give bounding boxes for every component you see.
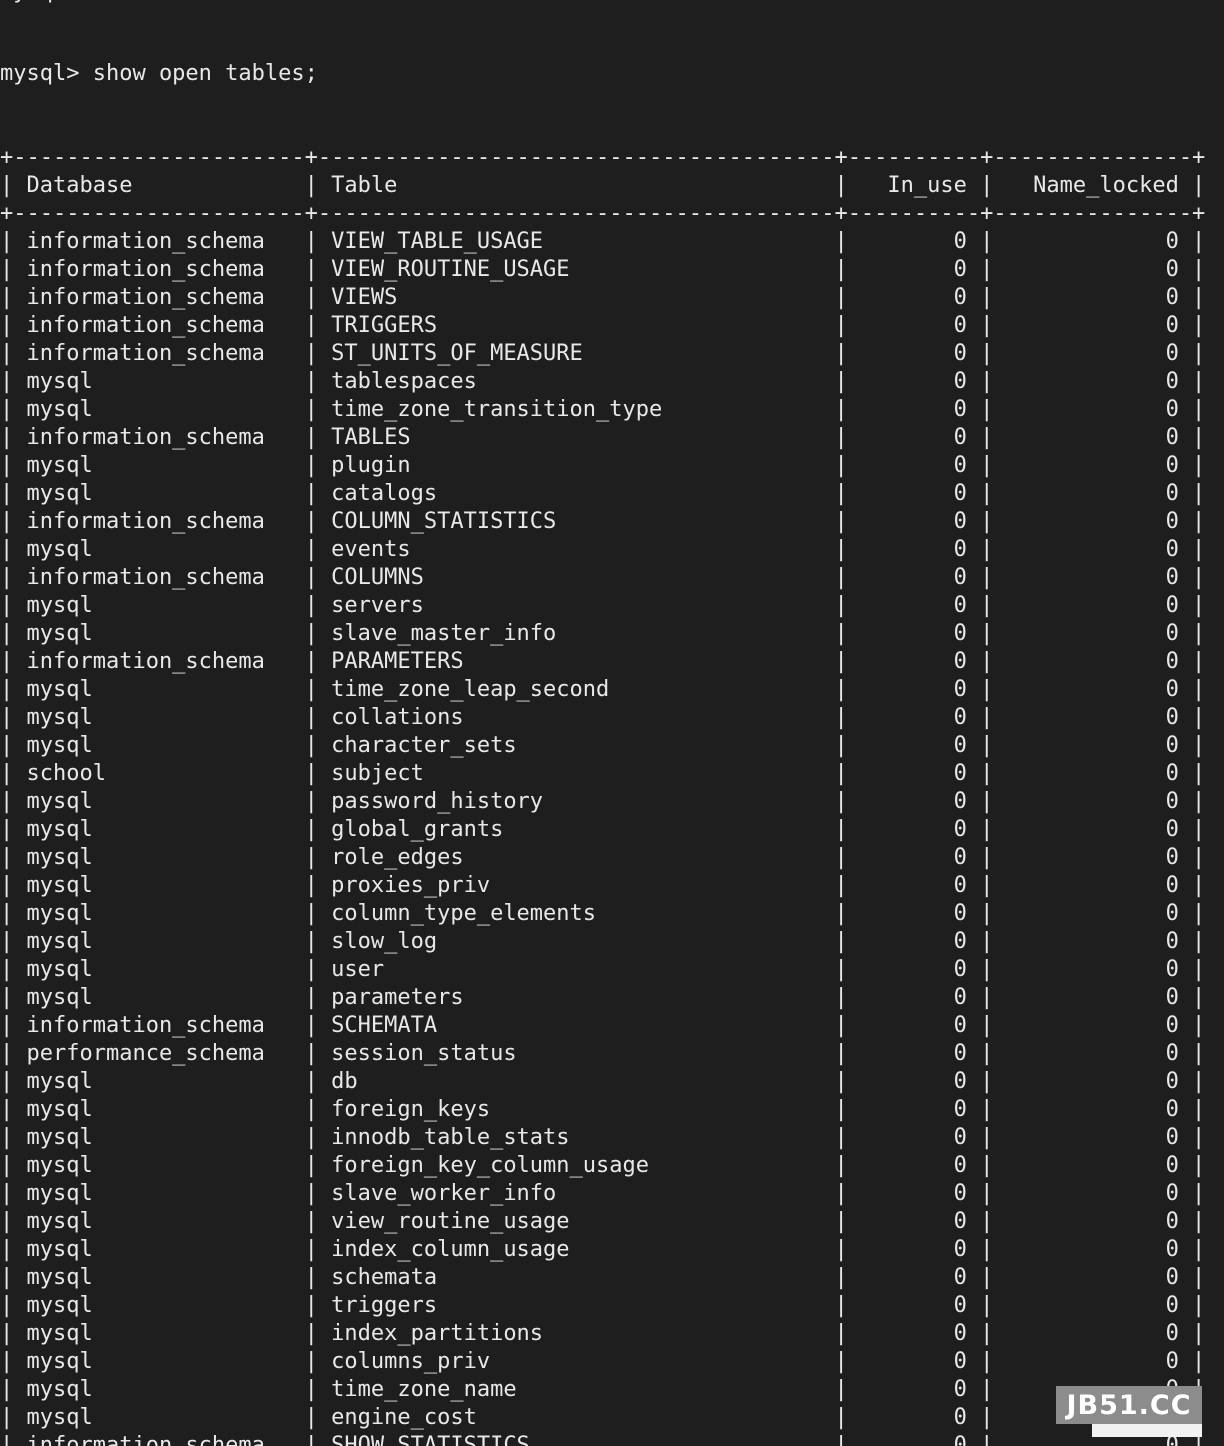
- table-row: | mysql | schemata | 0 | 0 |: [0, 1265, 1206, 1290]
- table-row: | mysql | slave_master_info | 0 | 0 |: [0, 621, 1206, 646]
- table-row: | mysql | triggers | 0 | 0 |: [0, 1293, 1206, 1318]
- table-row: | mysql | proxies_priv | 0 | 0 |: [0, 873, 1206, 898]
- table-row: | mysql | column_type_elements | 0 | 0 |: [0, 901, 1206, 926]
- table-row: | information_schema | SHOW_STATISTICS |…: [0, 1433, 1206, 1446]
- table-row: | mysql | time_zone_leap_second | 0 | 0 …: [0, 677, 1206, 702]
- table-row: | mysql | events | 0 | 0 |: [0, 537, 1206, 562]
- table-rule-header: +----------------------+----------------…: [0, 201, 1206, 226]
- watermark-badge: JB51.CC: [1056, 1386, 1202, 1424]
- table-row: | mysql | db | 0 | 0 |: [0, 1069, 1206, 1094]
- table-row: | mysql | innodb_table_stats | 0 | 0 |: [0, 1125, 1206, 1150]
- terminal-window[interactable]: mysql> mysql> show open tables; +-------…: [0, 0, 1224, 1446]
- table-row: | mysql | character_sets | 0 | 0 |: [0, 733, 1206, 758]
- table-row: | mysql | columns_priv | 0 | 0 |: [0, 1349, 1206, 1374]
- table-row: | information_schema | PARAMETERS | 0 | …: [0, 649, 1206, 674]
- terminal-screen: mysql> show open tables; +--------------…: [0, 4, 1224, 1446]
- table-row: | mysql | tablespaces | 0 | 0 |: [0, 369, 1206, 394]
- query-result-table: +----------------------+----------------…: [0, 144, 1224, 1446]
- table-row: | mysql | index_partitions | 0 | 0 |: [0, 1321, 1206, 1346]
- watermark-underbar: [1092, 1424, 1202, 1437]
- table-row: | mysql | plugin | 0 | 0 |: [0, 453, 1206, 478]
- table-row: | mysql | servers | 0 | 0 |: [0, 593, 1206, 618]
- table-row: | mysql | role_edges | 0 | 0 |: [0, 845, 1206, 870]
- table-row: | information_schema | SCHEMATA | 0 | 0 …: [0, 1013, 1206, 1038]
- table-row: | mysql | view_routine_usage | 0 | 0 |: [0, 1209, 1206, 1234]
- table-row: | information_schema | VIEWS | 0 | 0 |: [0, 285, 1206, 310]
- table-row: | mysql | catalogs | 0 | 0 |: [0, 481, 1206, 506]
- table-row: | information_schema | TRIGGERS | 0 | 0 …: [0, 313, 1206, 338]
- table-row: | information_schema | ST_UNITS_OF_MEASU…: [0, 341, 1206, 366]
- prompt-line: mysql> show open tables;: [0, 61, 318, 86]
- table-row: | mysql | slave_worker_info | 0 | 0 |: [0, 1181, 1206, 1206]
- watermark-text: JB51.CC: [1066, 1389, 1192, 1421]
- table-row: | mysql | time_zone_name | 0 | 0 |: [0, 1377, 1206, 1402]
- table-row: | information_schema | VIEW_ROUTINE_USAG…: [0, 257, 1206, 282]
- table-row: | mysql | global_grants | 0 | 0 |: [0, 817, 1206, 842]
- table-row: | mysql | collations | 0 | 0 |: [0, 705, 1206, 730]
- table-rule-top: +----------------------+----------------…: [0, 145, 1206, 170]
- table-row: | information_schema | COLUMNS | 0 | 0 |: [0, 565, 1206, 590]
- table-row: | information_schema | VIEW_TABLE_USAGE …: [0, 229, 1206, 254]
- table-row: | mysql | user | 0 | 0 |: [0, 957, 1206, 982]
- table-row: | information_schema | COLUMN_STATISTICS…: [0, 509, 1206, 534]
- table-row: | mysql | index_column_usage | 0 | 0 |: [0, 1237, 1206, 1262]
- table-row: | mysql | foreign_key_column_usage | 0 |…: [0, 1153, 1206, 1178]
- table-row: | mysql | time_zone_transition_type | 0 …: [0, 397, 1206, 422]
- table-row: | mysql | foreign_keys | 0 | 0 |: [0, 1097, 1206, 1122]
- table-header-row: | Database | Table | In_use | Name_locke…: [0, 173, 1206, 198]
- table-row: | mysql | slow_log | 0 | 0 |: [0, 929, 1206, 954]
- table-row: | performance_schema | session_status | …: [0, 1041, 1206, 1066]
- table-row: | school | subject | 0 | 0 |: [0, 761, 1206, 786]
- table-row: | mysql | engine_cost | 0 | 0 |: [0, 1405, 1206, 1430]
- table-row: | information_schema | TABLES | 0 | 0 |: [0, 425, 1206, 450]
- table-row: | mysql | password_history | 0 | 0 |: [0, 789, 1206, 814]
- table-row: | mysql | parameters | 0 | 0 |: [0, 985, 1206, 1010]
